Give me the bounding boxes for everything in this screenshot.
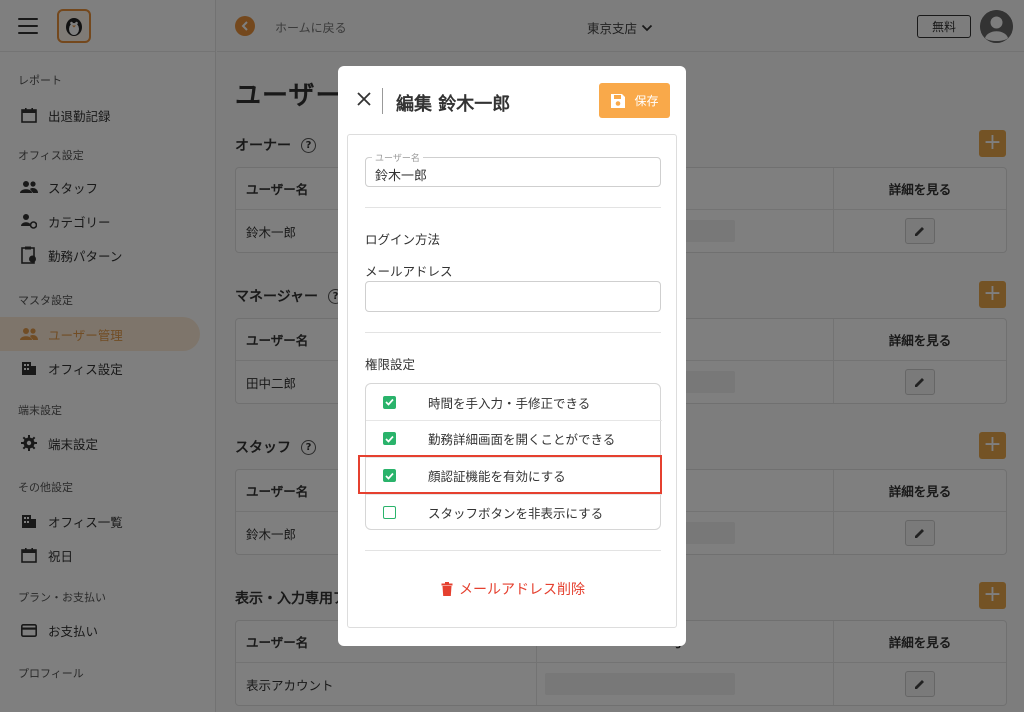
- username-field[interactable]: ユーザー名 鈴木一郎: [365, 151, 661, 187]
- username-value: 鈴木一郎: [375, 169, 428, 184]
- delete-email-button[interactable]: メールアドレス削除: [348, 579, 678, 599]
- edit-user-modal: 編集 鈴木一郎 保存 ユーザー名 鈴木一郎 ログイン方法 メールアドレス 権限設…: [338, 66, 686, 646]
- delete-email-label: メールアドレス削除: [459, 582, 585, 598]
- divider: [365, 332, 661, 333]
- checkbox-checked-icon[interactable]: [383, 432, 396, 445]
- modal-title: 編集 鈴木一郎: [396, 94, 511, 115]
- permissions-label: 権限設定: [365, 357, 416, 372]
- floppy-disk-icon: [611, 93, 626, 108]
- divider: [365, 207, 661, 208]
- username-legend: ユーザー名: [372, 151, 423, 164]
- highlight-box: [358, 455, 662, 494]
- checkbox-unchecked-icon[interactable]: [383, 506, 396, 519]
- trash-icon: [441, 582, 453, 596]
- save-button-label: 保存: [634, 94, 659, 108]
- modal-body: ユーザー名 鈴木一郎 ログイン方法 メールアドレス 権限設定 時間を手入力・手修…: [347, 134, 677, 628]
- permission-open-work-detail[interactable]: 勤務詳細画面を開くことができる: [366, 420, 662, 456]
- checkbox-checked-icon[interactable]: [383, 395, 396, 409]
- close-icon[interactable]: [356, 91, 372, 107]
- divider: [365, 550, 661, 551]
- login-method-label: ログイン方法: [365, 232, 441, 247]
- header-divider: [382, 88, 383, 114]
- permission-hide-staff-button[interactable]: スタッフボタンを非表示にする: [366, 494, 662, 530]
- save-button[interactable]: 保存: [599, 83, 670, 118]
- email-label: メールアドレス: [365, 264, 453, 279]
- permission-manual-time-entry[interactable]: 時間を手入力・手修正できる: [366, 384, 662, 420]
- email-field[interactable]: [365, 281, 661, 312]
